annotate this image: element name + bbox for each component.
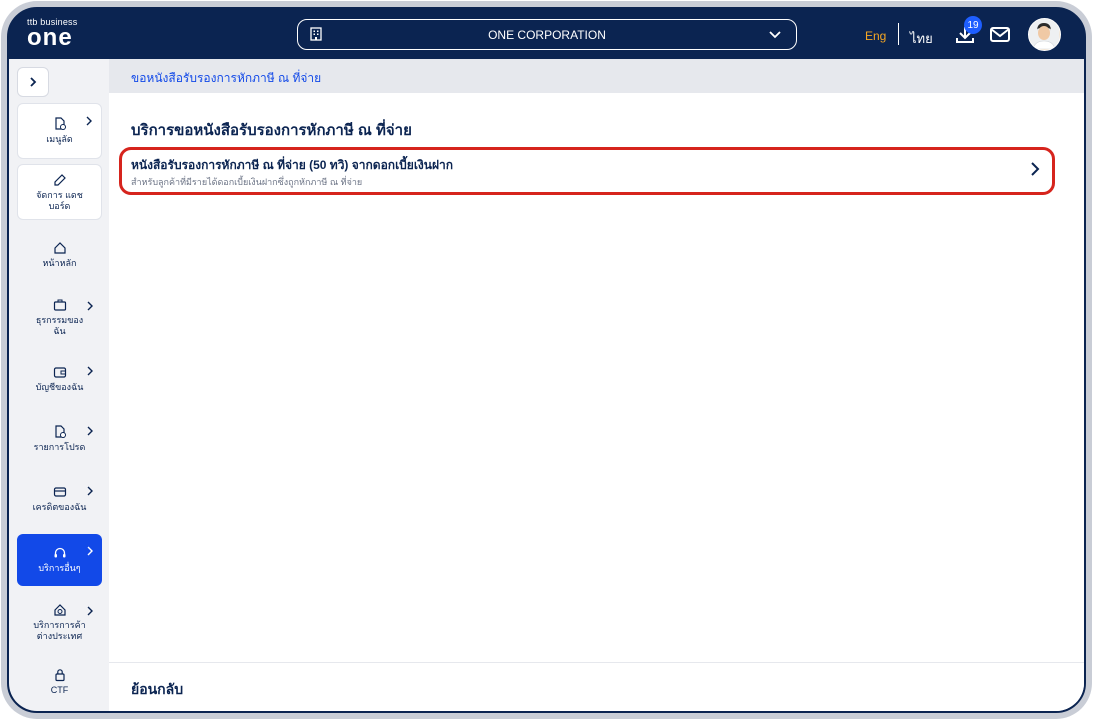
device-frame: ttb business one ONE CORPORATION Eng ไทย… bbox=[1, 1, 1092, 719]
footer-bar: ย้อนกลับ bbox=[109, 662, 1084, 711]
sidebar-item-label: บริการอื่นๆ bbox=[38, 563, 81, 573]
sidebar-item-my-credit[interactable]: เครดิตของฉัน bbox=[17, 474, 102, 524]
trade-house-icon bbox=[53, 603, 66, 616]
chevron-right-icon bbox=[87, 366, 93, 376]
logo-word: one bbox=[27, 24, 73, 51]
sidebar-item-label: รายการโปรด bbox=[33, 442, 86, 452]
breadcrumb-current[interactable]: ขอหนังสือรับรองการหักภาษี ณ ที่จ่าย bbox=[131, 69, 321, 88]
edit-icon bbox=[53, 173, 66, 186]
document-star-icon bbox=[54, 425, 66, 438]
company-name: ONE CORPORATION bbox=[488, 27, 606, 42]
sidebar-item-shortcut-menu[interactable]: เมนูลัด bbox=[17, 103, 102, 159]
sidebar-item-label: บริการการค้า ต่างประเทศ bbox=[33, 619, 86, 641]
download-count-badge: 19 bbox=[964, 16, 982, 34]
chevron-right-icon bbox=[87, 606, 93, 616]
chevron-right-icon bbox=[87, 546, 93, 556]
mail-icon[interactable] bbox=[989, 26, 1011, 43]
chevron-right-icon bbox=[87, 486, 93, 496]
sidebar-item-my-transactions[interactable]: ธุรกรรมของ ฉัน bbox=[17, 289, 102, 345]
sidebar-item-label: จัดการ แดชบอร์ด bbox=[36, 189, 83, 211]
home-icon bbox=[53, 242, 66, 254]
sidebar-item-other-services[interactable]: บริการอื่นๆ bbox=[17, 534, 102, 586]
sidebar-item-manage-dashboard[interactable]: จัดการ แดชบอร์ด bbox=[17, 164, 102, 220]
app-window: ttb business one ONE CORPORATION Eng ไทย… bbox=[7, 7, 1086, 713]
sidebar-item-label: CTF bbox=[50, 685, 69, 695]
building-icon bbox=[310, 27, 322, 41]
chevron-right-icon bbox=[30, 77, 37, 87]
chevron-down-icon bbox=[769, 31, 781, 39]
sidebar-item-label: หน้าหลัก bbox=[42, 258, 77, 268]
lock-icon bbox=[54, 669, 65, 682]
document-check-icon bbox=[54, 117, 66, 130]
withholding-tax-certificate-card[interactable]: หนังสือรับรองการหักภาษี ณ ที่จ่าย (50 ทว… bbox=[119, 147, 1055, 195]
page-title: บริการขอหนังสือรับรองการหักภาษี ณ ที่จ่า… bbox=[131, 122, 412, 139]
briefcase-icon bbox=[53, 299, 66, 311]
sidebar-item-home[interactable]: หน้าหลัก bbox=[17, 227, 102, 283]
sidebar-item-my-accounts[interactable]: บัญชีของฉัน bbox=[17, 354, 102, 404]
lang-divider bbox=[898, 23, 899, 45]
main-content: ขอหนังสือรับรองการหักภาษี ณ ที่จ่าย บริก… bbox=[109, 59, 1084, 711]
card-description: สำหรับลูกค้าที่มีรายได้ดอกเบี้ยเงินฝากซึ… bbox=[131, 177, 363, 187]
chevron-right-icon bbox=[1031, 162, 1040, 176]
chevron-right-icon bbox=[87, 426, 93, 436]
avatar[interactable] bbox=[1028, 18, 1061, 51]
back-button[interactable]: ย้อนกลับ bbox=[131, 679, 183, 701]
sidebar: เมนูลัด จัดการ แดชบอร์ด หน้าหลัก ธุรกรรม… bbox=[9, 59, 110, 711]
chevron-right-icon bbox=[86, 116, 92, 126]
chevron-right-icon bbox=[87, 301, 93, 311]
sidebar-item-label: บัญชีของฉัน bbox=[35, 382, 84, 392]
sidebar-item-favorites[interactable]: รายการโปรด bbox=[17, 414, 102, 464]
logo[interactable]: ttb business one bbox=[27, 17, 77, 51]
sidebar-item-ctf[interactable]: CTF bbox=[17, 659, 102, 705]
sidebar-item-label: ธุรกรรมของ ฉัน bbox=[35, 314, 84, 336]
breadcrumb: ขอหนังสือรับรองการหักภาษี ณ ที่จ่าย bbox=[109, 59, 1084, 93]
company-selector[interactable]: ONE CORPORATION bbox=[297, 19, 797, 50]
user-photo-icon bbox=[1029, 19, 1059, 50]
sidebar-item-label: เครดิตของฉัน bbox=[32, 502, 87, 512]
wallet-icon bbox=[53, 367, 66, 378]
card-title: หนังสือรับรองการหักภาษี ณ ที่จ่าย (50 ทว… bbox=[131, 158, 454, 172]
sidebar-item-label: เมนูลัด bbox=[46, 134, 73, 144]
headset-icon bbox=[54, 547, 65, 558]
top-bar: ttb business one ONE CORPORATION Eng ไทย… bbox=[9, 9, 1084, 59]
lang-thai-button[interactable]: ไทย bbox=[910, 28, 933, 49]
sidebar-item-foreign-trade[interactable]: บริการการค้า ต่างประเทศ bbox=[17, 594, 102, 650]
sidebar-expand-button[interactable] bbox=[17, 67, 49, 97]
lang-eng-button[interactable]: Eng bbox=[865, 29, 886, 43]
credit-card-icon bbox=[53, 487, 66, 497]
